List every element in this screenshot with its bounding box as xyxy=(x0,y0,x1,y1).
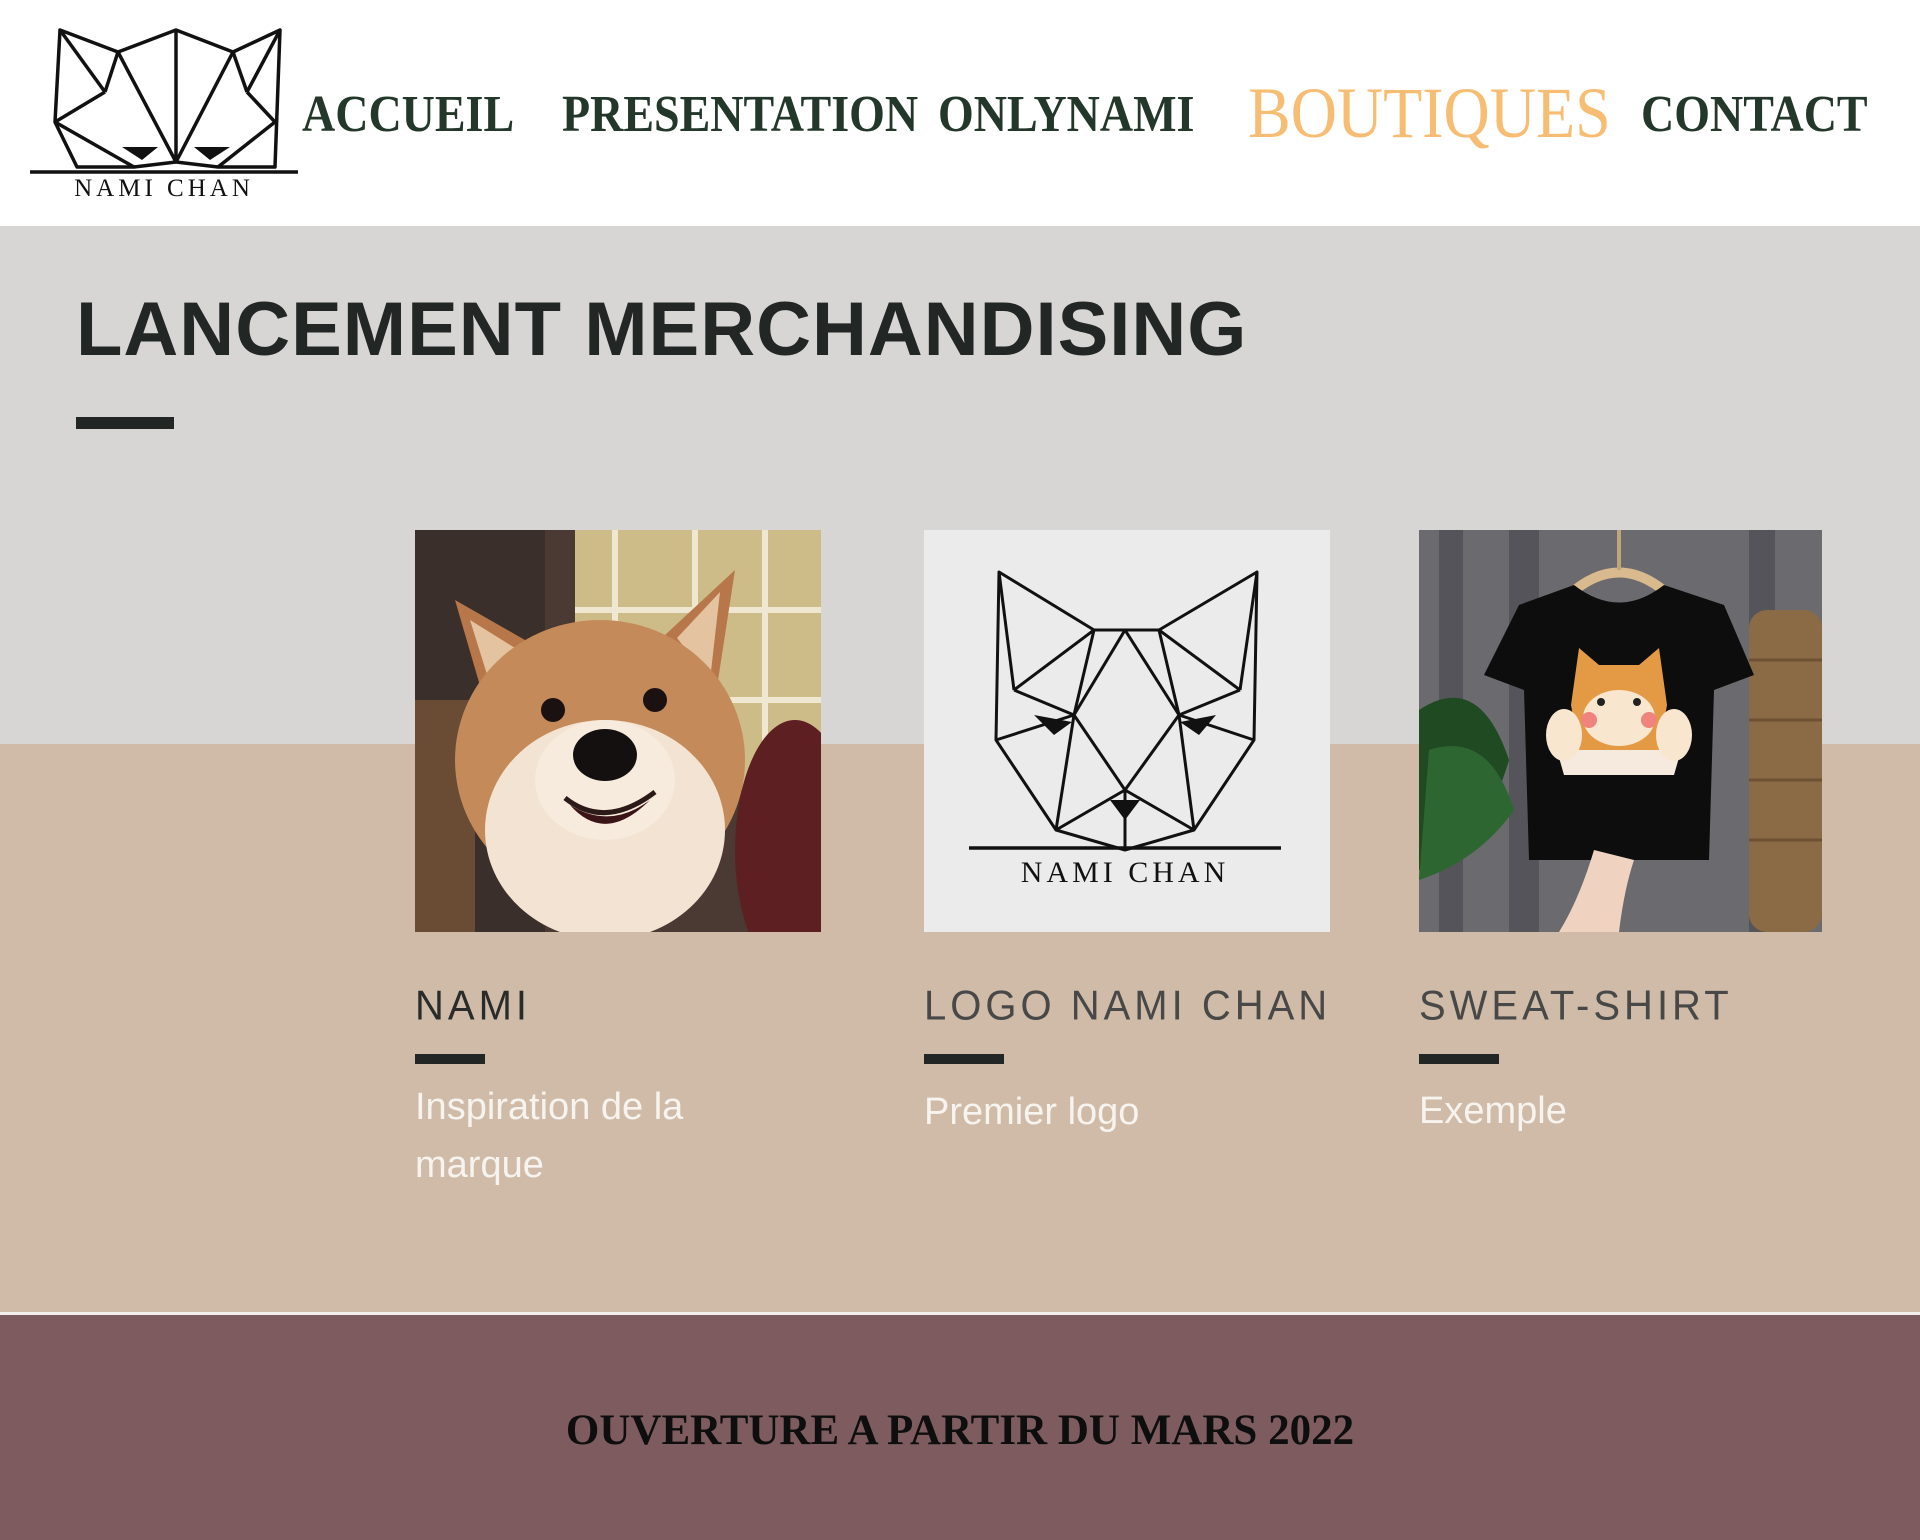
card-image-logo[interactable]: NAMI CHAN xyxy=(924,530,1330,932)
card-desc-nami: Inspiration de la marque xyxy=(415,1086,684,1186)
nav-accueil[interactable]: ACCUEIL xyxy=(302,84,514,143)
logo-image-text: NAMI CHAN xyxy=(1021,856,1230,889)
title-underline xyxy=(76,417,174,429)
brand-logo[interactable]: NAMI CHAN xyxy=(30,22,298,207)
card-title-sweatshirt: SWEAT-SHIRT xyxy=(1419,982,1733,1030)
fox-logo-image: NAMI CHAN xyxy=(969,570,1281,889)
card-image-nami[interactable] xyxy=(415,530,821,932)
site-header: NAMI CHAN ACCUEIL PRESENTATION ONLYNAMI … xyxy=(0,0,1920,226)
logo-text: NAMI CHAN xyxy=(74,175,254,202)
card-rule-sweatshirt xyxy=(1419,1054,1499,1064)
shiba-dog-photo xyxy=(415,530,821,932)
nav-boutiques[interactable]: BOUTIQUES xyxy=(1248,72,1611,155)
nav-contact[interactable]: CONTACT xyxy=(1641,84,1868,143)
page-title: LANCEMENT MERCHANDISING xyxy=(76,287,1248,372)
card-desc-sweatshirt: Exemple xyxy=(1419,1090,1567,1132)
card-image-sweatshirt[interactable] xyxy=(1419,530,1825,932)
card-rule-nami xyxy=(415,1054,485,1064)
nav-onlynami[interactable]: ONLYNAMI xyxy=(938,84,1194,143)
tshirt-photo xyxy=(1419,530,1822,932)
card-title-logo: LOGO NAMI CHAN xyxy=(924,982,1332,1030)
card-title-nami: NAMI xyxy=(415,982,531,1030)
fox-head-logo-icon xyxy=(30,28,298,174)
footer-announcement: OUVERTURE A PARTIR DU MARS 2022 xyxy=(565,1407,1355,1454)
card-desc-logo: Premier logo xyxy=(924,1091,1140,1133)
nav-presentation[interactable]: PRESENTATION xyxy=(562,84,918,143)
card-rule-logo xyxy=(924,1054,1004,1064)
